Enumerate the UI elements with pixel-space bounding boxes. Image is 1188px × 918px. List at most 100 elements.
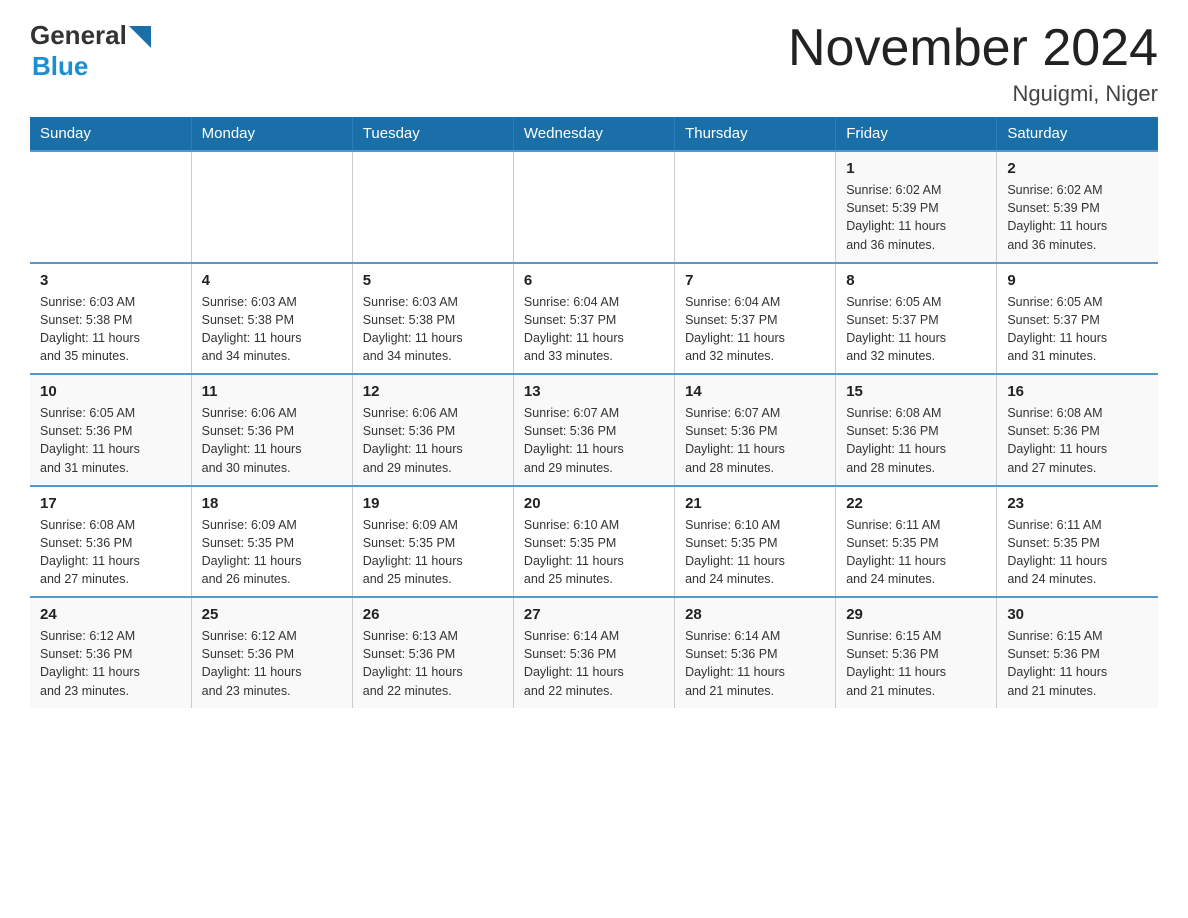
calendar-day-cell: 4 Sunrise: 6:03 AM Sunset: 5:38 PM Daylig… [191,263,352,375]
day-number: 20 [524,495,664,512]
day-info: Sunrise: 6:12 AM Sunset: 5:36 PM Dayligh… [202,627,342,700]
day-number: 5 [363,272,503,289]
calendar-day-cell: 8 Sunrise: 6:05 AM Sunset: 5:37 PM Daylig… [836,263,997,375]
calendar-day-cell: 16 Sunrise: 6:08 AM Sunset: 5:36 PM Dayli… [997,374,1158,486]
calendar-day-cell: 26 Sunrise: 6:13 AM Sunset: 5:36 PM Dayli… [352,597,513,708]
day-number: 15 [846,383,986,400]
day-info: Sunrise: 6:05 AM Sunset: 5:37 PM Dayligh… [846,293,986,366]
day-number: 18 [202,495,342,512]
weekday-header-row: SundayMondayTuesdayWednesdayThursdayFrid… [30,117,1158,151]
calendar-day-cell: 23 Sunrise: 6:11 AM Sunset: 5:35 PM Dayli… [997,486,1158,598]
day-info: Sunrise: 6:15 AM Sunset: 5:36 PM Dayligh… [1007,627,1148,700]
weekday-header-tuesday: Tuesday [352,117,513,151]
weekday-header-wednesday: Wednesday [513,117,674,151]
calendar-day-cell [675,151,836,263]
calendar-day-cell: 19 Sunrise: 6:09 AM Sunset: 5:35 PM Dayli… [352,486,513,598]
day-number: 30 [1007,606,1148,623]
calendar-day-cell [30,151,191,263]
day-info: Sunrise: 6:05 AM Sunset: 5:36 PM Dayligh… [40,404,181,477]
day-number: 23 [1007,495,1148,512]
calendar-day-cell: 11 Sunrise: 6:06 AM Sunset: 5:36 PM Dayli… [191,374,352,486]
calendar-week-row: 10 Sunrise: 6:05 AM Sunset: 5:36 PM Dayli… [30,374,1158,486]
day-info: Sunrise: 6:10 AM Sunset: 5:35 PM Dayligh… [524,516,664,589]
day-number: 29 [846,606,986,623]
calendar-day-cell: 30 Sunrise: 6:15 AM Sunset: 5:36 PM Dayli… [997,597,1158,708]
day-info: Sunrise: 6:03 AM Sunset: 5:38 PM Dayligh… [363,293,503,366]
day-number: 8 [846,272,986,289]
calendar-day-cell: 18 Sunrise: 6:09 AM Sunset: 5:35 PM Dayli… [191,486,352,598]
calendar-week-row: 17Sunrise: 6:08 AM Sunset: 5:36 PM Dayli… [30,486,1158,598]
day-number: 1 [846,160,986,177]
calendar-day-cell: 7 Sunrise: 6:04 AM Sunset: 5:37 PM Daylig… [675,263,836,375]
day-number: 24 [40,606,181,623]
day-info: Sunrise: 6:11 AM Sunset: 5:35 PM Dayligh… [846,516,986,589]
day-info: Sunrise: 6:09 AM Sunset: 5:35 PM Dayligh… [363,516,503,589]
calendar-week-row: 24 Sunrise: 6:12 AM Sunset: 5:36 PM Dayli… [30,597,1158,708]
calendar-day-cell: 2Sunrise: 6:02 AM Sunset: 5:39 PM Daylig… [997,151,1158,263]
calendar-day-cell: 27 Sunrise: 6:14 AM Sunset: 5:36 PM Dayli… [513,597,674,708]
day-info: Sunrise: 6:08 AM Sunset: 5:36 PM Dayligh… [1007,404,1148,477]
day-number: 16 [1007,383,1148,400]
calendar-week-row: 3Sunrise: 6:03 AM Sunset: 5:38 PM Daylig… [30,263,1158,375]
day-number: 28 [685,606,825,623]
day-info: Sunrise: 6:04 AM Sunset: 5:37 PM Dayligh… [685,293,825,366]
day-number: 26 [363,606,503,623]
page-header: General Blue November 2024 Nguigmi, Nige… [30,20,1158,107]
day-info: Sunrise: 6:04 AM Sunset: 5:37 PM Dayligh… [524,293,664,366]
page-title: November 2024 [788,20,1158,77]
day-info: Sunrise: 6:02 AM Sunset: 5:39 PM Dayligh… [846,181,986,254]
day-number: 21 [685,495,825,512]
calendar-day-cell: 21 Sunrise: 6:10 AM Sunset: 5:35 PM Dayli… [675,486,836,598]
day-number: 22 [846,495,986,512]
calendar-day-cell [191,151,352,263]
title-block: November 2024 Nguigmi, Niger [788,20,1158,107]
day-info: Sunrise: 6:15 AM Sunset: 5:36 PM Dayligh… [846,627,986,700]
logo-blue-text: Blue [32,51,88,81]
calendar-day-cell: 13 Sunrise: 6:07 AM Sunset: 5:36 PM Dayli… [513,374,674,486]
calendar-day-cell: 25 Sunrise: 6:12 AM Sunset: 5:36 PM Dayli… [191,597,352,708]
day-info: Sunrise: 6:13 AM Sunset: 5:36 PM Dayligh… [363,627,503,700]
calendar-day-cell: 12Sunrise: 6:06 AM Sunset: 5:36 PM Dayli… [352,374,513,486]
day-info: Sunrise: 6:10 AM Sunset: 5:35 PM Dayligh… [685,516,825,589]
day-number: 4 [202,272,342,289]
day-info: Sunrise: 6:07 AM Sunset: 5:36 PM Dayligh… [685,404,825,477]
day-number: 9 [1007,272,1148,289]
calendar-day-cell: 20 Sunrise: 6:10 AM Sunset: 5:35 PM Dayli… [513,486,674,598]
day-number: 10 [40,383,181,400]
day-number: 19 [363,495,503,512]
day-info: Sunrise: 6:05 AM Sunset: 5:37 PM Dayligh… [1007,293,1148,366]
calendar-day-cell [352,151,513,263]
calendar-day-cell: 29 Sunrise: 6:15 AM Sunset: 5:36 PM Dayli… [836,597,997,708]
weekday-header-saturday: Saturday [997,117,1158,151]
weekday-header-monday: Monday [191,117,352,151]
day-info: Sunrise: 6:11 AM Sunset: 5:35 PM Dayligh… [1007,516,1148,589]
calendar-day-cell: 28Sunrise: 6:14 AM Sunset: 5:36 PM Dayli… [675,597,836,708]
calendar-day-cell: 24 Sunrise: 6:12 AM Sunset: 5:36 PM Dayli… [30,597,191,708]
day-info: Sunrise: 6:03 AM Sunset: 5:38 PM Dayligh… [40,293,181,366]
day-info: Sunrise: 6:03 AM Sunset: 5:38 PM Dayligh… [202,293,342,366]
logo-triangle-icon [129,26,151,48]
logo: General Blue [30,20,151,82]
calendar-day-cell: 5 Sunrise: 6:03 AM Sunset: 5:38 PM Daylig… [352,263,513,375]
day-info: Sunrise: 6:09 AM Sunset: 5:35 PM Dayligh… [202,516,342,589]
day-number: 7 [685,272,825,289]
day-info: Sunrise: 6:06 AM Sunset: 5:36 PM Dayligh… [202,404,342,477]
weekday-header-friday: Friday [836,117,997,151]
day-number: 6 [524,272,664,289]
calendar-day-cell: 6 Sunrise: 6:04 AM Sunset: 5:37 PM Daylig… [513,263,674,375]
day-info: Sunrise: 6:14 AM Sunset: 5:36 PM Dayligh… [524,627,664,700]
day-info: Sunrise: 6:02 AM Sunset: 5:39 PM Dayligh… [1007,181,1148,254]
calendar-day-cell [513,151,674,263]
calendar-day-cell: 15Sunrise: 6:08 AM Sunset: 5:36 PM Dayli… [836,374,997,486]
weekday-header-sunday: Sunday [30,117,191,151]
day-number: 11 [202,383,342,400]
page-subtitle: Nguigmi, Niger [788,81,1158,107]
calendar-day-cell: 14Sunrise: 6:07 AM Sunset: 5:36 PM Dayli… [675,374,836,486]
day-number: 25 [202,606,342,623]
day-number: 13 [524,383,664,400]
day-info: Sunrise: 6:08 AM Sunset: 5:36 PM Dayligh… [40,516,181,589]
calendar-week-row: 1 Sunrise: 6:02 AM Sunset: 5:39 PM Daylig… [30,151,1158,263]
day-number: 27 [524,606,664,623]
day-info: Sunrise: 6:12 AM Sunset: 5:36 PM Dayligh… [40,627,181,700]
day-info: Sunrise: 6:07 AM Sunset: 5:36 PM Dayligh… [524,404,664,477]
